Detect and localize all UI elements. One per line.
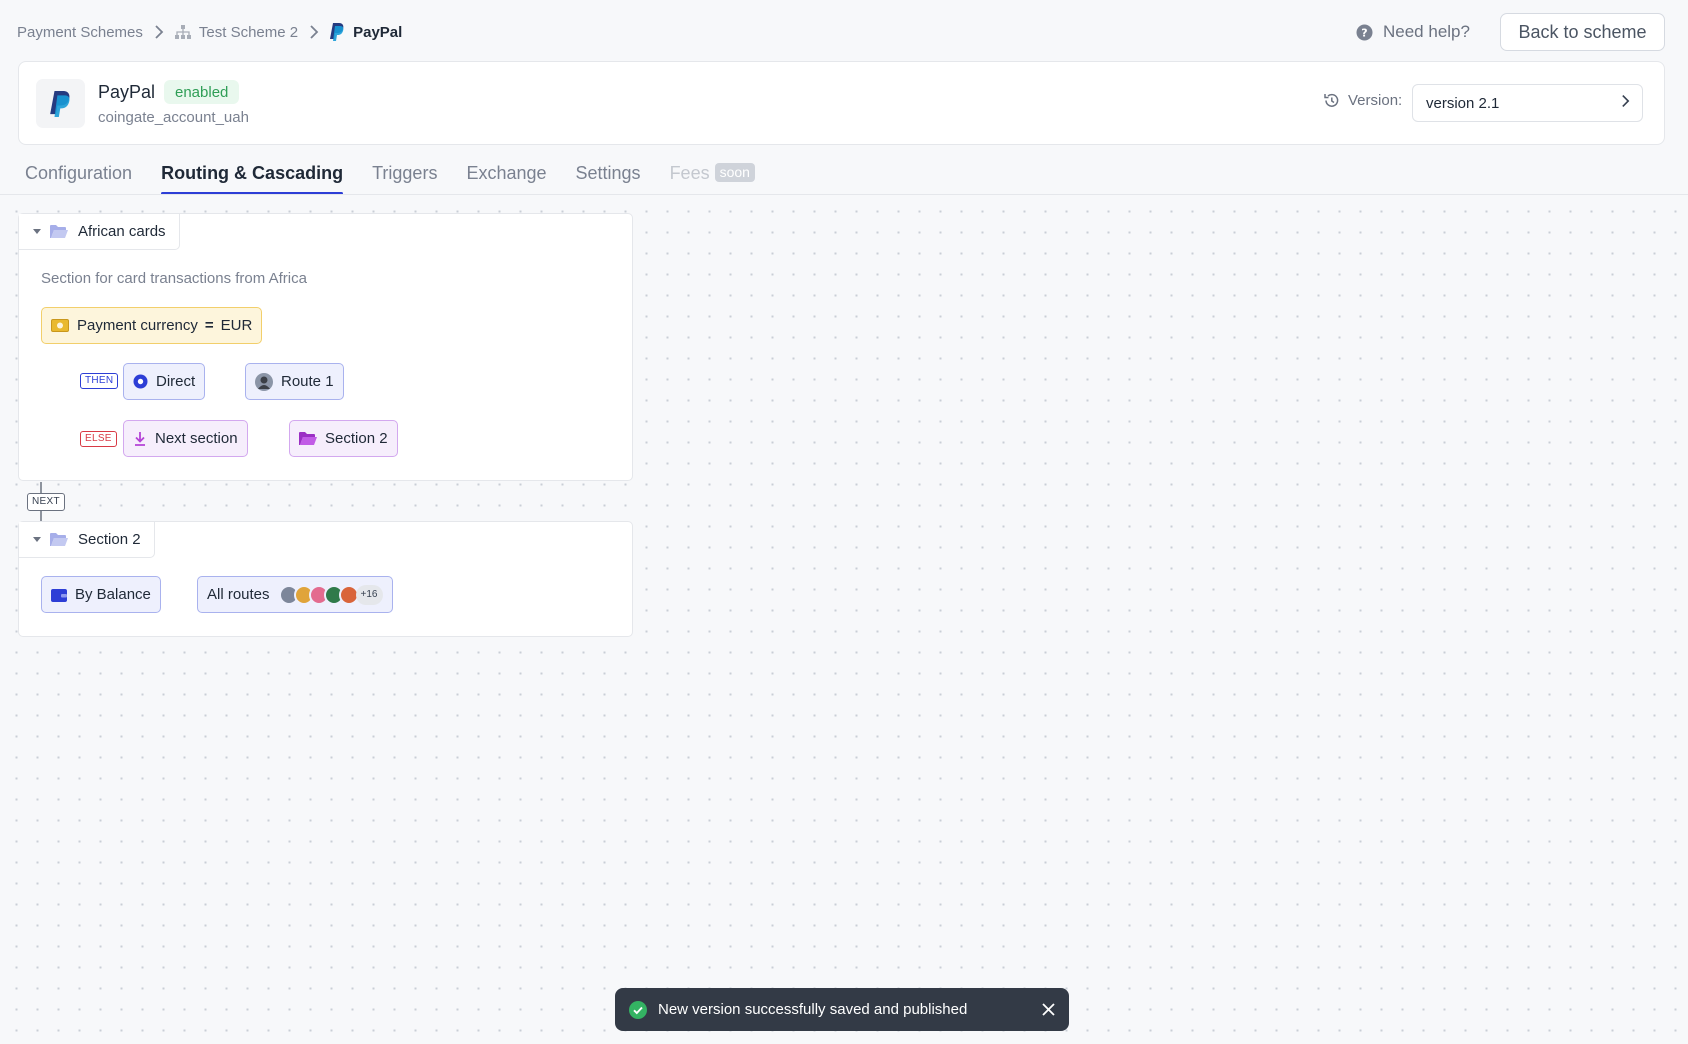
section-description: Section for card transactions from Afric… <box>41 270 307 287</box>
route-label: Route 1 <box>281 373 334 390</box>
condition-value: EUR <box>220 317 253 334</box>
help-link[interactable]: ? Need help? <box>1356 18 1470 46</box>
folder-open-icon <box>299 431 317 446</box>
soon-badge: soon <box>714 163 755 182</box>
provider-header-card: PayPal enabled coingate_account_uah Vers… <box>18 61 1665 145</box>
section-title: Section 2 <box>78 531 141 548</box>
tab-settings[interactable]: Settings <box>576 163 641 195</box>
close-icon[interactable] <box>1042 1003 1055 1016</box>
condition-node[interactable]: Payment currency = EUR <box>41 307 263 344</box>
caret-down-icon[interactable] <box>33 536 41 543</box>
tab-bar: Configuration Routing & Cascading Trigge… <box>25 163 784 195</box>
folder-open-icon <box>50 532 68 547</box>
history-icon <box>1323 92 1340 109</box>
tab-configuration[interactable]: Configuration <box>25 163 132 195</box>
action-label: Direct <box>156 373 196 390</box>
routing-canvas[interactable]: African cards Section for card transacti… <box>0 194 1688 1044</box>
banknote-icon <box>51 319 69 332</box>
breadcrumb-test-scheme[interactable]: Test Scheme 2 <box>199 24 298 41</box>
by-balance-node[interactable]: By Balance <box>41 576 161 613</box>
help-label: Need help? <box>1383 22 1470 41</box>
then-tag: THEN <box>80 373 119 389</box>
more-routes-count: +16 <box>355 584 383 605</box>
next-tag: NEXT <box>27 493 65 511</box>
version-select[interactable]: version 2.1 <box>1412 84 1643 122</box>
paypal-logo <box>36 79 85 128</box>
arrow-down-to-line-icon <box>133 431 147 446</box>
provider-account: coingate_account_uah <box>98 109 249 126</box>
section-header[interactable]: Section 2 <box>19 522 155 558</box>
tab-triggers[interactable]: Triggers <box>372 163 437 195</box>
wallet-icon <box>51 588 67 602</box>
paypal-icon <box>330 23 345 41</box>
all-routes-label: All routes <box>207 586 270 603</box>
svg-text:?: ? <box>1361 26 1367 39</box>
route-avatar <box>255 372 273 391</box>
direct-action-node[interactable]: Direct <box>123 363 206 400</box>
route-node[interactable]: Route 1 <box>245 363 344 400</box>
back-to-scheme-button[interactable]: Back to scheme <box>1500 13 1665 51</box>
chevron-right-icon <box>1621 94 1630 112</box>
status-badge: enabled <box>164 80 240 104</box>
action-label: By Balance <box>75 586 151 603</box>
chevron-right-icon <box>154 25 164 39</box>
success-toast: New version successfully saved and publi… <box>615 988 1069 1031</box>
chevron-right-icon <box>309 25 319 39</box>
provider-name: PayPal <box>98 82 156 102</box>
route-avatars: +16 <box>278 584 383 605</box>
condition-field: Payment currency <box>77 317 198 334</box>
version-label: Version: <box>1323 92 1402 109</box>
breadcrumb-current: PayPal <box>353 23 403 41</box>
equals-operator: = <box>204 317 214 334</box>
target-icon <box>133 374 148 389</box>
hierarchy-icon <box>174 25 191 39</box>
next-section-action-node[interactable]: Next section <box>123 420 248 457</box>
breadcrumb: Payment Schemes Test Scheme 2 PayPal <box>17 18 402 46</box>
version-value: version 2.1 <box>1426 94 1500 112</box>
section-target-node[interactable]: Section 2 <box>289 420 398 457</box>
section-header[interactable]: African cards <box>19 214 180 250</box>
caret-down-icon[interactable] <box>33 228 41 235</box>
section-target-label: Section 2 <box>325 430 388 447</box>
breadcrumb-payment-schemes[interactable]: Payment Schemes <box>17 24 143 41</box>
else-tag: ELSE <box>80 431 117 447</box>
toast-message: New version successfully saved and publi… <box>658 1001 968 1018</box>
tab-routing-cascading[interactable]: Routing & Cascading <box>161 163 344 195</box>
tab-exchange[interactable]: Exchange <box>466 163 546 195</box>
all-routes-node[interactable]: All routes +16 <box>197 576 393 613</box>
section-title: African cards <box>78 223 166 240</box>
tab-fees: Fees soon <box>670 163 755 195</box>
action-label: Next section <box>155 430 238 447</box>
check-circle-icon <box>629 1000 647 1019</box>
folder-open-icon <box>50 224 68 239</box>
question-circle-icon: ? <box>1356 24 1373 41</box>
